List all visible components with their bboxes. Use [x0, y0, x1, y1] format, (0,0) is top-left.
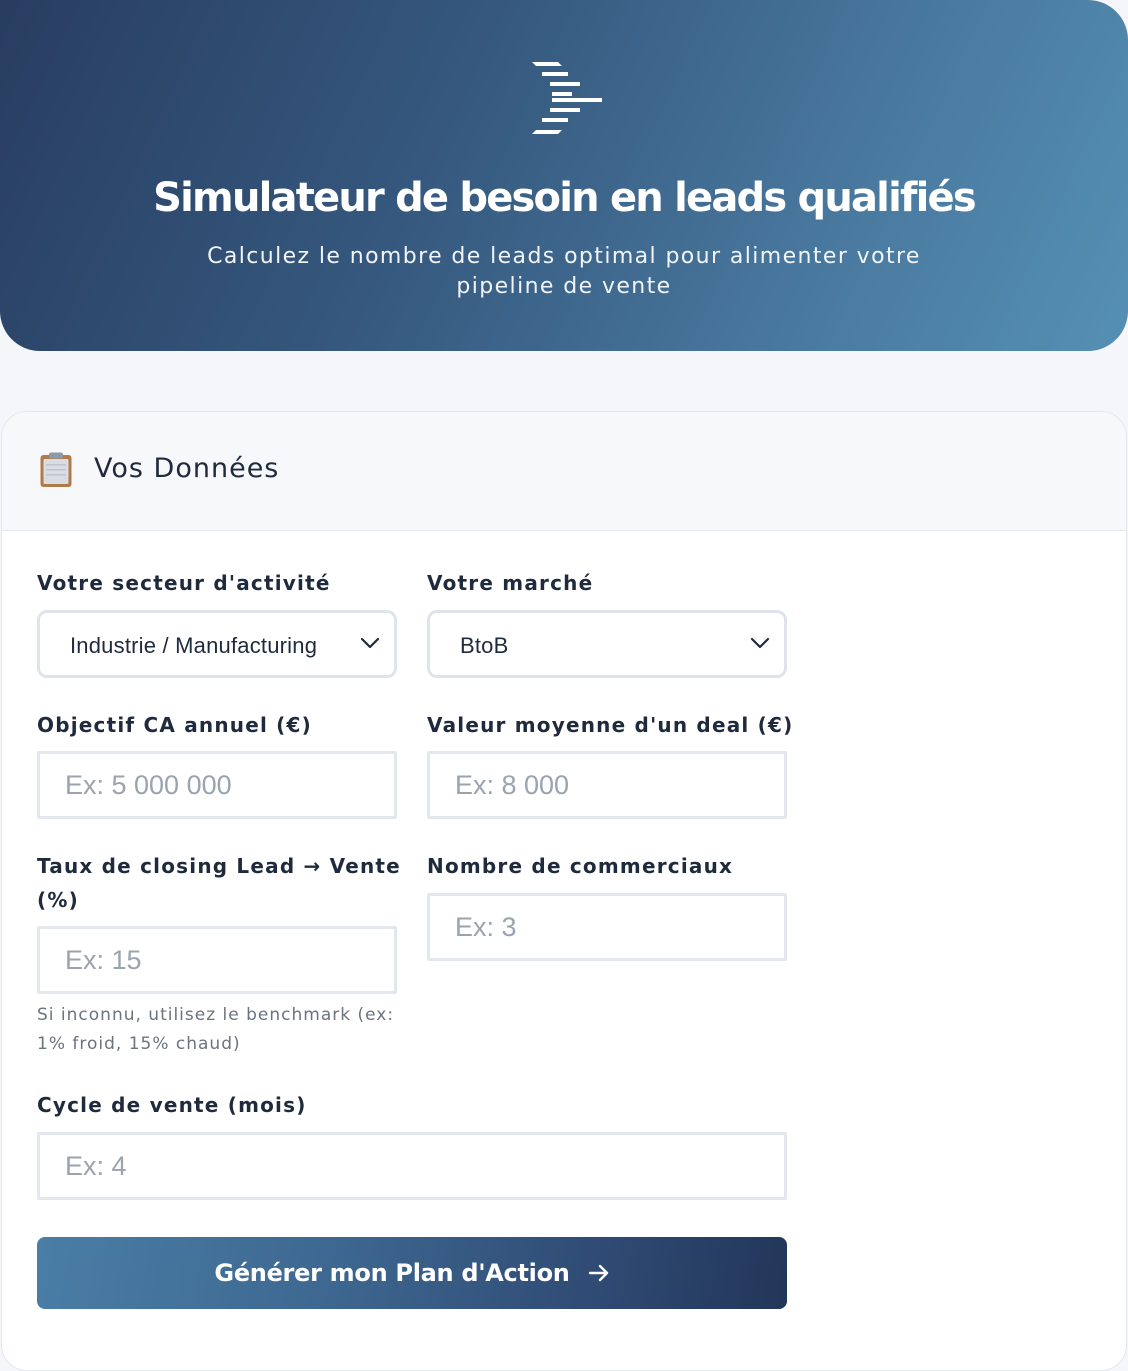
- closing-rate-input[interactable]: [37, 926, 397, 994]
- deal-value-label: Valeur moyenne d'un deal (€): [427, 713, 794, 737]
- card-header: Vos Données: [2, 412, 1126, 531]
- generate-plan-button-label: Générer mon Plan d'Action: [214, 1259, 570, 1287]
- sector-select[interactable]: Industrie / Manufacturing: [37, 610, 397, 678]
- sector-select-value: Industrie / Manufacturing: [70, 633, 318, 658]
- hero-header: Simulateur de besoin en leads qualifiés …: [0, 0, 1128, 351]
- closing-rate-label: Taux de closing Lead → Vente (%): [37, 854, 401, 912]
- page-subtitle: Calculez le nombre de leads optimal pour…: [207, 244, 921, 299]
- card-title: Vos Données: [94, 453, 280, 484]
- market-select-value: BtoB: [460, 633, 509, 658]
- chevron-down-icon: [360, 637, 380, 649]
- arrow-right-icon: [588, 1264, 608, 1282]
- sales-reps-label: Nombre de commerciaux: [427, 854, 734, 878]
- generate-plan-button[interactable]: Générer mon Plan d'Action: [37, 1237, 787, 1309]
- market-select[interactable]: BtoB: [427, 610, 787, 678]
- chevron-down-icon: [750, 637, 770, 649]
- stacked-lines-logo-icon: [532, 62, 602, 134]
- sector-label: Votre secteur d'activité: [37, 571, 331, 595]
- page-title: Simulateur de besoin en leads qualifiés: [153, 175, 977, 221]
- revenue-goal-label: Objectif CA annuel (€): [37, 713, 312, 737]
- sales-reps-input[interactable]: [427, 893, 787, 961]
- sales-cycle-label: Cycle de vente (mois): [37, 1093, 307, 1117]
- revenue-goal-input[interactable]: [37, 751, 397, 819]
- deal-value-input[interactable]: [427, 751, 787, 819]
- closing-rate-helper-text: Si inconnu, utilisez le benchmark (ex: 1…: [37, 1005, 395, 1054]
- sales-cycle-input[interactable]: [37, 1132, 787, 1200]
- market-label: Votre marché: [427, 571, 594, 595]
- clipboard-icon: [40, 452, 72, 487]
